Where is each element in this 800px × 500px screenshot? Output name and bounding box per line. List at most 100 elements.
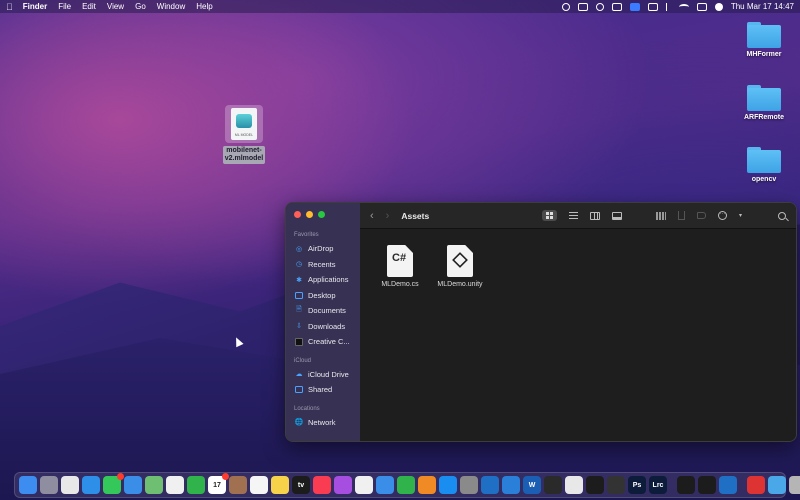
sidebar-item-documents[interactable]: 🗎 Documents — [286, 303, 360, 319]
sidebar-item-airdrop[interactable]: ◎ AirDrop — [286, 241, 360, 257]
apple-tv-icon[interactable]: tv — [292, 476, 310, 494]
coreml-icon — [236, 114, 252, 128]
unity-icon-2[interactable] — [698, 476, 716, 494]
sidebar-item-label: Network — [308, 417, 336, 427]
sidebar-item-label: Shared — [308, 385, 333, 395]
menu-file[interactable]: File — [58, 2, 71, 11]
menu-edit[interactable]: Edit — [82, 2, 96, 11]
numbers-icon[interactable] — [397, 476, 415, 494]
sidebar-item-network[interactable]: 🌐 Network — [286, 415, 360, 431]
siri-icon[interactable] — [714, 2, 723, 11]
pages-icon[interactable] — [418, 476, 436, 494]
file-item-mldemo-unity[interactable]: MLDemo.unity — [430, 245, 490, 288]
forward-button[interactable]: › — [386, 210, 390, 222]
unity-hub-icon[interactable] — [544, 476, 562, 494]
bluetooth-icon[interactable] — [665, 2, 671, 11]
keyboard-input-icon[interactable] — [629, 2, 640, 11]
file-item-mldemo-cs[interactable]: C# MLDemo.cs — [370, 245, 430, 288]
brown-app-icon[interactable] — [229, 476, 247, 494]
search-button[interactable] — [778, 211, 786, 220]
calendar-icon[interactable]: 17 — [208, 473, 229, 494]
vscode-icon-2[interactable] — [719, 476, 737, 494]
vscode-icon[interactable] — [481, 476, 499, 494]
photos-icon[interactable] — [166, 476, 184, 494]
menu-clock[interactable]: Thu Mar 17 14:47 — [731, 2, 794, 11]
more-actions-button[interactable]: ··· — [717, 211, 727, 220]
network-icon: 🌐 — [294, 419, 304, 427]
maps-icon[interactable] — [145, 476, 163, 494]
zoom-window-button[interactable] — [318, 211, 325, 218]
menu-help[interactable]: Help — [196, 2, 212, 11]
icon-view-button[interactable] — [541, 210, 557, 221]
back-button[interactable]: ‹ — [370, 210, 374, 222]
sidebar-item-shared[interactable]: Shared — [286, 382, 360, 398]
sidebar-item-desktop[interactable]: Desktop — [286, 288, 360, 304]
terminal-icon[interactable] — [586, 476, 604, 494]
folder-icon — [747, 85, 781, 111]
launchpad-icon[interactable] — [40, 476, 58, 494]
folder-stack-icon[interactable] — [768, 476, 786, 494]
close-window-button[interactable] — [294, 211, 301, 218]
facetime-icon[interactable] — [187, 476, 205, 494]
sidebar-item-applications[interactable]: ✱ Applications — [286, 272, 360, 288]
group-by-button[interactable] — [655, 211, 666, 220]
finder-toolbar: ‹ › Assets ··· ▾ — [360, 203, 796, 229]
column-view-button[interactable] — [589, 211, 600, 220]
safari-icon[interactable] — [82, 476, 100, 494]
applications-icon: ✱ — [296, 276, 302, 284]
notes-icon[interactable] — [271, 476, 289, 494]
creative-cloud-tray-icon[interactable] — [595, 2, 604, 11]
sidebar-item-icloud-drive[interactable]: ☁ iCloud Drive — [286, 367, 360, 383]
lightroom-icon[interactable]: Lrc — [649, 476, 667, 494]
sidebar-item-recents[interactable]: ◷ Recents — [286, 257, 360, 273]
window-title: Assets — [401, 210, 430, 221]
keynote-icon[interactable] — [376, 476, 394, 494]
record-status-icon[interactable] — [561, 2, 570, 11]
mail-icon[interactable] — [124, 476, 142, 494]
gallery-view-button[interactable] — [611, 211, 622, 220]
finder-window: Favorites ◎ AirDrop ◷ Recents ✱ Application… — [285, 202, 797, 442]
minimize-window-button[interactable] — [306, 211, 313, 218]
share-button[interactable] — [677, 211, 685, 220]
messages-icon[interactable] — [103, 473, 124, 494]
sidebar-item-downloads[interactable]: ⇩ Downloads — [286, 319, 360, 335]
menu-view[interactable]: View — [107, 2, 124, 11]
menu-app-name[interactable]: Finder — [23, 2, 47, 11]
menu-bar:  Finder File Edit View Go Window Help T… — [0, 0, 800, 13]
chrome-icon[interactable] — [61, 476, 79, 494]
wifi-icon[interactable] — [678, 3, 689, 10]
music-icon[interactable] — [313, 476, 331, 494]
sidebar-item-creative-cloud[interactable]: Creative C... — [286, 334, 360, 350]
menu-go[interactable]: Go — [135, 2, 146, 11]
settings-icon[interactable] — [460, 476, 478, 494]
screens-icon[interactable] — [611, 2, 622, 11]
desktop-folder-arfremote[interactable]: ARFRemote — [734, 85, 794, 121]
tag-button[interactable] — [696, 212, 706, 219]
menu-window[interactable]: Window — [157, 2, 185, 11]
app-store-icon[interactable] — [439, 476, 457, 494]
podcasts-icon[interactable] — [334, 476, 352, 494]
unity-icon[interactable] — [677, 476, 695, 494]
news-icon[interactable] — [355, 476, 373, 494]
toolbar-actions: ··· ▾ — [541, 210, 786, 221]
desktop-folder-opencv[interactable]: opencv — [734, 147, 794, 183]
desktop-file-mlmodel[interactable]: ML MODEL mobilenet- v2.mlmodel — [218, 105, 270, 164]
w-app-icon[interactable]: W — [523, 476, 541, 494]
photoshop-icon[interactable]: Ps — [628, 476, 646, 494]
xcode-icon[interactable] — [502, 476, 520, 494]
battery-icon[interactable] — [647, 2, 658, 11]
screen-record-icon[interactable] — [747, 476, 765, 494]
trash-icon[interactable] — [789, 476, 800, 494]
creative-cloud-icon — [295, 337, 303, 346]
list-view-button[interactable] — [568, 212, 578, 219]
display-icon[interactable] — [577, 2, 588, 11]
control-center-icon[interactable] — [696, 2, 707, 11]
reminders-icon[interactable] — [250, 476, 268, 494]
mlmodel-label-line2: v2.mlmodel — [224, 155, 264, 162]
dock-icon-label: tv — [297, 481, 305, 489]
apple-menu-icon[interactable]:  — [6, 2, 13, 12]
desktop-folder-mhformer[interactable]: MHFormer — [734, 22, 794, 58]
sketch-icon[interactable] — [607, 476, 625, 494]
blender-icon[interactable] — [565, 476, 583, 494]
finder-icon[interactable] — [19, 476, 37, 494]
